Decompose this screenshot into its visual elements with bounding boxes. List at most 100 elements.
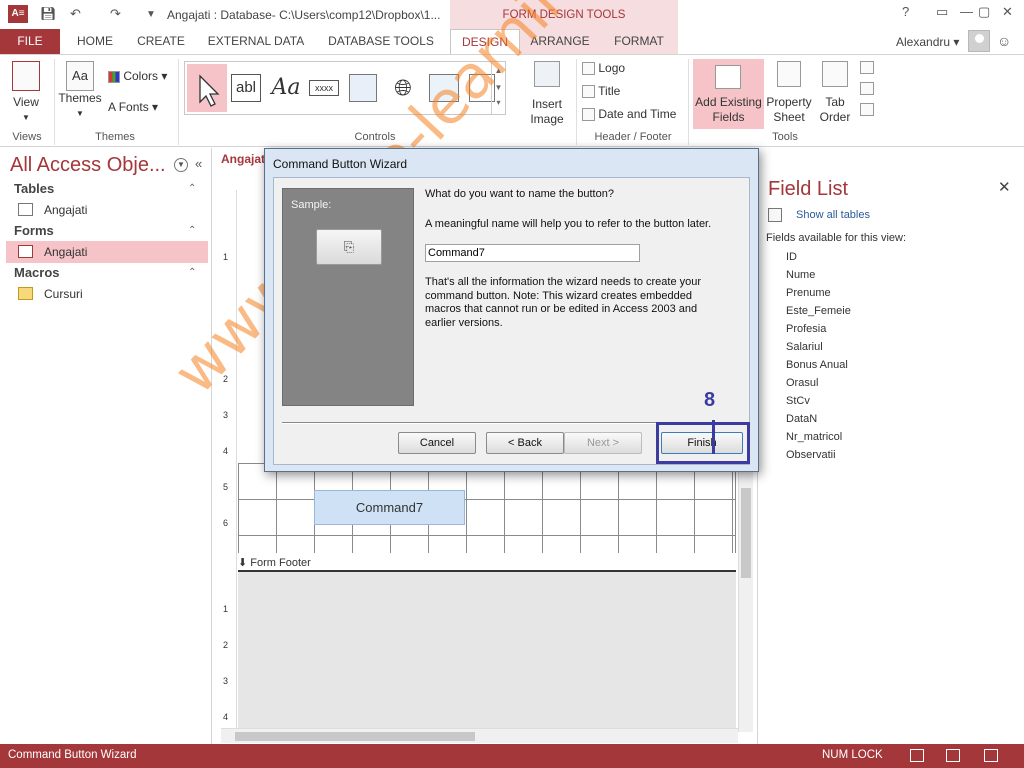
field-list-title: Field List	[768, 178, 849, 200]
user-account[interactable]: Alexandru ▾	[896, 35, 959, 49]
ribbon-display-icon[interactable]: ▭	[936, 4, 948, 20]
field-item[interactable]: Bonus Anual	[786, 359, 848, 371]
horizontal-scrollbar[interactable]	[221, 728, 738, 743]
next-button[interactable]: Next >	[564, 432, 642, 454]
colors-icon	[108, 70, 120, 83]
tab-file[interactable]: FILE	[0, 29, 60, 54]
shutter-bar-close-icon[interactable]: «	[195, 156, 202, 171]
nav-pane-title[interactable]: All Access Obje...	[10, 154, 166, 177]
hyperlink-control-icon[interactable]: 🌐︎	[389, 74, 417, 102]
property-sheet-button[interactable]: Property Sheet	[766, 61, 812, 125]
tab-external-data[interactable]: EXTERNAL DATA	[198, 29, 314, 54]
convert-macros-icon[interactable]	[860, 103, 874, 116]
field-item[interactable]: Salariul	[786, 341, 823, 353]
field-item[interactable]: DataN	[786, 413, 817, 425]
nav-item-label: Angajati	[44, 203, 88, 217]
field-item[interactable]: ID	[786, 251, 797, 263]
code-icon[interactable]	[860, 82, 874, 95]
macro-icon	[18, 287, 33, 300]
tab-order-label: Tab Order	[819, 95, 851, 124]
show-tables-icon	[768, 208, 782, 222]
tab-control-icon[interactable]	[349, 74, 377, 102]
subform-icon[interactable]	[860, 61, 874, 74]
fonts-button[interactable]: A Fonts ▾	[108, 100, 158, 115]
dialog-body: Sample: ⎘ What do you want to name the b…	[273, 177, 750, 465]
colors-button[interactable]: Colors ▾	[108, 69, 167, 84]
show-all-tables-link[interactable]: Show all tables	[796, 209, 870, 221]
wizard-info-text: That's all the information the wizard ne…	[425, 276, 702, 329]
tab-design[interactable]: DESIGN	[450, 29, 520, 54]
field-item[interactable]: Orasul	[786, 377, 818, 389]
collapse-tables-icon[interactable]: ⌃	[188, 183, 196, 194]
button-control-icon[interactable]: xxxx	[309, 80, 339, 96]
web-browser-control-icon[interactable]	[429, 74, 459, 102]
form-footer-section[interactable]	[238, 572, 736, 732]
layout-view-icon[interactable]	[946, 749, 960, 762]
textbox-control-icon[interactable]: abl	[231, 74, 261, 102]
header-footer-group-label: Header / Footer	[594, 131, 672, 143]
logo-button[interactable]: Logo	[582, 61, 625, 76]
tab-format[interactable]: FORMAT	[600, 29, 678, 54]
nav-category-forms[interactable]: Forms	[14, 223, 54, 238]
tab-home[interactable]: HOME	[66, 29, 124, 54]
form-view-icon[interactable]	[910, 749, 924, 762]
nav-category-tables[interactable]: Tables	[14, 181, 54, 196]
macro-scroll-icon: ⎘	[343, 239, 355, 254]
nav-item-form-angajati[interactable]: Angajati	[6, 241, 208, 263]
ruler-number: 1	[223, 252, 229, 262]
back-button[interactable]: < Back	[486, 432, 564, 454]
gallery-scroll[interactable]: ▲ ▼ ▾	[491, 62, 505, 114]
design-view-icon[interactable]	[984, 749, 998, 762]
button-name-input[interactable]	[425, 244, 640, 262]
detail-section-grid[interactable]	[238, 463, 736, 553]
date-time-button[interactable]: Date and Time	[582, 107, 676, 122]
step-number-annotation: 8	[704, 389, 716, 411]
nav-category-macros[interactable]: Macros	[14, 265, 60, 280]
field-item[interactable]: Observatii	[786, 449, 836, 461]
access-app-icon[interactable]: A≡	[8, 5, 28, 23]
cancel-button[interactable]: Cancel	[398, 432, 476, 454]
collapse-forms-icon[interactable]: ⌃	[188, 225, 196, 236]
tab-create[interactable]: CREATE	[130, 29, 192, 54]
nav-item-table-angajati[interactable]: Angajati	[6, 199, 208, 221]
avatar[interactable]	[968, 30, 990, 52]
undo-icon[interactable]: ↶	[70, 6, 81, 22]
save-icon[interactable]: 💾︎	[40, 6, 57, 22]
title-button[interactable]: Title	[582, 84, 620, 99]
label-control-icon[interactable]: Aa	[269, 74, 303, 102]
close-icon[interactable]: ✕	[1002, 4, 1013, 20]
insert-image-button[interactable]: Insert Image	[522, 61, 572, 127]
help-icon[interactable]: ?	[902, 4, 909, 19]
customize-qat-icon[interactable]: ▼	[146, 9, 156, 20]
field-item[interactable]: Nume	[786, 269, 815, 281]
ruler-number: 3	[223, 410, 229, 420]
collapse-macros-icon[interactable]: ⌃	[188, 267, 196, 278]
redo-icon[interactable]: ↷	[110, 6, 121, 22]
command7-button-control[interactable]: Command7	[314, 490, 465, 525]
close-icon[interactable]: ✕	[998, 178, 1011, 196]
tab-order-button[interactable]: Tab Order	[816, 61, 854, 125]
form-footer-bar[interactable]: ⬇ Form Footer	[238, 556, 736, 572]
add-fields-icon	[715, 65, 741, 89]
themes-button[interactable]: Aa Themes ▼	[58, 61, 102, 121]
field-item[interactable]: Prenume	[786, 287, 831, 299]
tab-database-tools[interactable]: DATABASE TOOLS	[320, 29, 442, 54]
field-item[interactable]: Nr_matricol	[786, 431, 842, 443]
scroll-thumb[interactable]	[235, 732, 475, 741]
field-item[interactable]: Este_Femeie	[786, 305, 851, 317]
controls-gallery: abl Aa xxxx 🌐︎ ▲ ▼ ▾	[184, 61, 506, 115]
tab-arrange[interactable]: ARRANGE	[520, 29, 600, 54]
feedback-smiley-icon[interactable]: ☺	[997, 33, 1011, 49]
select-pointer-icon[interactable]	[187, 64, 227, 112]
nav-item-macro-cursuri[interactable]: Cursuri	[6, 283, 208, 305]
maximize-icon[interactable]: ▢	[978, 4, 990, 20]
ruler-number: 5	[223, 482, 229, 492]
minimize-icon[interactable]: —	[960, 4, 973, 19]
view-button[interactable]: View ▼	[8, 61, 44, 125]
field-item[interactable]: StCv	[786, 395, 810, 407]
date-time-icon	[582, 108, 595, 122]
nav-menu-chevron-icon[interactable]: ▼	[174, 158, 188, 172]
add-existing-fields-button[interactable]: Add Existing Fields	[693, 59, 764, 129]
field-item[interactable]: Profesia	[786, 323, 826, 335]
scroll-thumb[interactable]	[741, 488, 751, 578]
